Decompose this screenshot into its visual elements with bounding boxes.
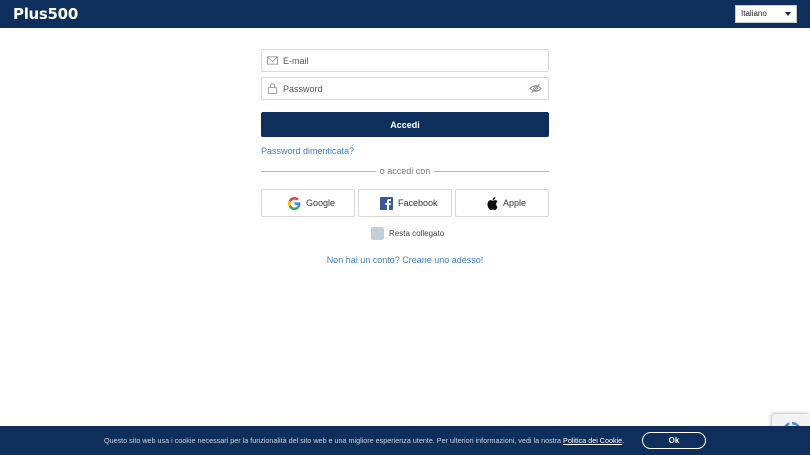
- google-icon: [288, 197, 301, 210]
- apple-login-button[interactable]: Apple: [455, 189, 549, 217]
- password-field-wrapper: [261, 77, 549, 100]
- language-selected-value: Italiano: [741, 9, 767, 18]
- signup-link[interactable]: Non hai un conto? Creane uno adesso!: [261, 255, 549, 265]
- facebook-login-label: Facebook: [398, 198, 438, 208]
- apple-icon: [487, 197, 498, 210]
- cookie-policy-link[interactable]: Politica dei Cookie: [563, 436, 622, 445]
- google-login-button[interactable]: Google: [261, 189, 355, 217]
- top-bar: Plus500 Italiano: [0, 0, 810, 28]
- cookie-banner: Questo sito web usa i cookie necessari p…: [0, 426, 810, 455]
- apple-login-label: Apple: [503, 198, 527, 208]
- email-input[interactable]: [283, 50, 523, 71]
- facebook-icon: [380, 197, 393, 210]
- cookie-text-end: .: [622, 436, 625, 445]
- google-login-label: Google: [306, 198, 336, 208]
- divider-line-right: [434, 171, 549, 172]
- forgot-password-link[interactable]: Password dimenticata?: [261, 146, 354, 156]
- login-button[interactable]: Accedi: [261, 112, 549, 137]
- envelope-icon: [267, 56, 278, 65]
- remember-me-checkbox[interactable]: [371, 227, 384, 240]
- cookie-text-main: Questo sito web usa i cookie necessari p…: [104, 436, 564, 445]
- lock-icon: [267, 83, 278, 94]
- plus500-logo[interactable]: Plus500: [13, 5, 78, 23]
- cookie-banner-text: Questo sito web usa i cookie necessari p…: [104, 436, 624, 445]
- email-field-wrapper: [261, 49, 549, 72]
- remember-me-label[interactable]: Resta collegato: [389, 229, 444, 238]
- cookie-accept-button[interactable]: Ok: [642, 432, 706, 449]
- chevron-down-icon: [785, 12, 791, 16]
- eye-slash-icon[interactable]: [529, 83, 542, 94]
- social-login-divider: o accedi con: [261, 165, 549, 177]
- facebook-login-button[interactable]: Facebook: [358, 189, 452, 217]
- language-select[interactable]: Italiano: [735, 5, 797, 23]
- password-input[interactable]: [283, 78, 523, 99]
